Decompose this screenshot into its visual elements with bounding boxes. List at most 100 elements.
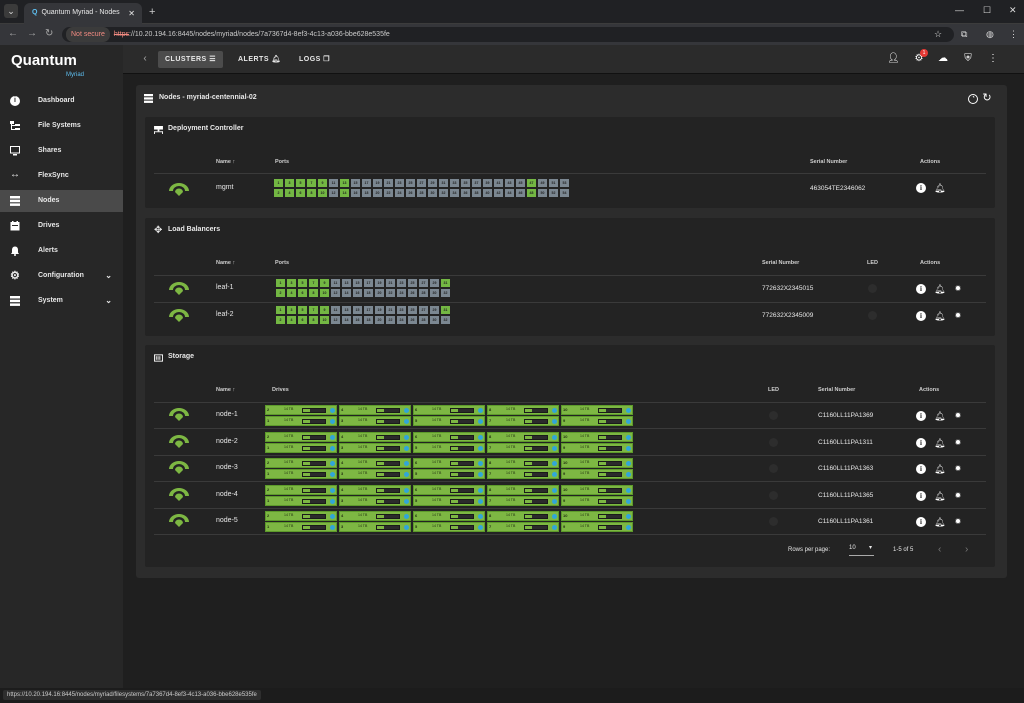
name-column-header[interactable]: Name ↑ [216,260,235,266]
led-indicator[interactable] [769,517,778,526]
extensions-icon[interactable]: ⧉ [961,29,967,40]
info-button[interactable]: i [916,411,926,421]
port-1[interactable]: 1 [274,179,283,187]
port-54[interactable]: 54 [560,189,569,197]
port-37[interactable]: 37 [472,179,481,187]
led-indicator[interactable] [868,311,877,320]
port-31[interactable]: 31 [441,279,450,287]
port-26[interactable]: 26 [406,189,415,197]
port-28[interactable]: 28 [419,289,428,297]
profile-icon[interactable]: ◍ [986,29,994,40]
clusters-button[interactable]: CLUSTERS ☰ [158,51,223,68]
browser-tab[interactable]: Q Quantum Myriad - Nodes ✕ [24,3,142,24]
next-page-icon[interactable]: › [965,544,968,555]
auto-refresh-icon[interactable]: ◔ [968,94,978,104]
port-30[interactable]: 30 [430,316,439,324]
port-11[interactable]: 11 [331,279,340,287]
port-52[interactable]: 52 [549,189,558,197]
drive-slot[interactable]: 1 14 TB [265,416,337,426]
port-4[interactable]: 4 [287,289,296,297]
siren-button[interactable]: ✹ [953,438,963,448]
port-24[interactable]: 24 [395,189,404,197]
port-8[interactable]: 8 [307,189,316,197]
rows-per-page-select[interactable]: 10 ▾ [849,545,874,556]
drive-slot[interactable]: 9 14 TB [561,442,633,453]
port-11[interactable]: 11 [331,306,340,314]
port-2[interactable]: 2 [276,316,285,324]
port-27[interactable]: 27 [419,279,428,287]
drive-slot[interactable]: 8 14 TB [487,458,559,468]
port-10[interactable]: 10 [320,316,329,324]
port-44[interactable]: 44 [505,189,514,197]
port-15[interactable]: 15 [351,179,360,187]
port-17[interactable]: 17 [364,306,373,314]
port-16[interactable]: 16 [353,289,362,297]
drive-slot[interactable]: 10 14 TB [561,484,633,495]
drive-slot[interactable]: 9 14 TB [561,495,633,506]
port-12[interactable]: 12 [331,289,340,297]
drive-slot[interactable]: 5 14 TB [413,416,485,426]
port-13[interactable]: 13 [342,306,351,314]
cloud-icon[interactable]: ☁ [937,53,949,65]
maximize-icon[interactable]: ☐ [983,5,991,16]
port-28[interactable]: 28 [417,189,426,197]
port-35[interactable]: 35 [461,179,470,187]
drive-slot[interactable]: 9 14 TB [561,469,633,479]
port-31[interactable]: 31 [439,179,448,187]
port-5[interactable]: 5 [296,179,305,187]
chevron-down-icon[interactable]: ⌄ [105,290,112,312]
drive-slot[interactable]: 5 14 TB [413,442,485,453]
port-19[interactable]: 19 [373,179,382,187]
port-15[interactable]: 15 [353,306,362,314]
sidebar-item-shares[interactable]: Shares [0,140,123,162]
name-column-header[interactable]: Name ↑ [216,159,235,165]
port-25[interactable]: 25 [406,179,415,187]
drive-slot[interactable]: 2 14 TB [265,484,337,495]
port-34[interactable]: 34 [450,189,459,197]
sidebar-item-dashboard[interactable]: i Dashboard [0,90,123,112]
port-7[interactable]: 7 [309,279,318,287]
port-23[interactable]: 23 [395,179,404,187]
port-41[interactable]: 41 [494,179,503,187]
back-icon[interactable]: ← [8,28,18,39]
port-46[interactable]: 46 [516,189,525,197]
info-button[interactable]: i [916,311,926,321]
drive-slot[interactable]: 10 14 TB [561,405,633,415]
port-31[interactable]: 31 [441,306,450,314]
port-39[interactable]: 39 [483,179,492,187]
drive-slot[interactable]: 9 14 TB [561,416,633,426]
port-6[interactable]: 6 [298,289,307,297]
bell-button[interactable]: 🔔︎ [934,284,945,294]
drive-slot[interactable]: 2 14 TB [265,431,337,442]
port-19[interactable]: 19 [375,306,384,314]
drive-slot[interactable]: 7 14 TB [487,495,559,506]
bookmark-star-icon[interactable]: ☆ [934,29,942,40]
port-9[interactable]: 9 [318,179,327,187]
siren-button[interactable]: ✹ [953,284,963,294]
port-6[interactable]: 6 [298,316,307,324]
drive-slot[interactable]: 7 14 TB [487,469,559,479]
port-28[interactable]: 28 [419,316,428,324]
port-3[interactable]: 3 [287,279,296,287]
info-button[interactable]: i [916,183,926,193]
bell-button[interactable]: 🔔︎ [934,438,945,448]
port-12[interactable]: 12 [331,316,340,324]
port-18[interactable]: 18 [364,289,373,297]
refresh-icon[interactable]: ↻ [982,93,992,104]
drive-slot[interactable]: 10 14 TB [561,511,633,521]
port-11[interactable]: 11 [329,179,338,187]
port-10[interactable]: 10 [320,289,329,297]
port-49[interactable]: 49 [538,179,547,187]
drive-slot[interactable]: 9 14 TB [561,522,633,532]
port-9[interactable]: 9 [320,279,329,287]
info-button[interactable]: i [916,437,926,448]
drive-slot[interactable]: 6 14 TB [413,405,485,415]
port-38[interactable]: 38 [472,189,481,197]
drive-slot[interactable]: 8 14 TB [487,405,559,415]
port-6[interactable]: 6 [296,189,305,197]
port-53[interactable]: 53 [560,179,569,187]
port-7[interactable]: 7 [307,179,316,187]
drive-slot[interactable]: 10 14 TB [561,458,633,468]
led-indicator[interactable] [769,464,778,473]
port-14[interactable]: 14 [342,316,351,324]
